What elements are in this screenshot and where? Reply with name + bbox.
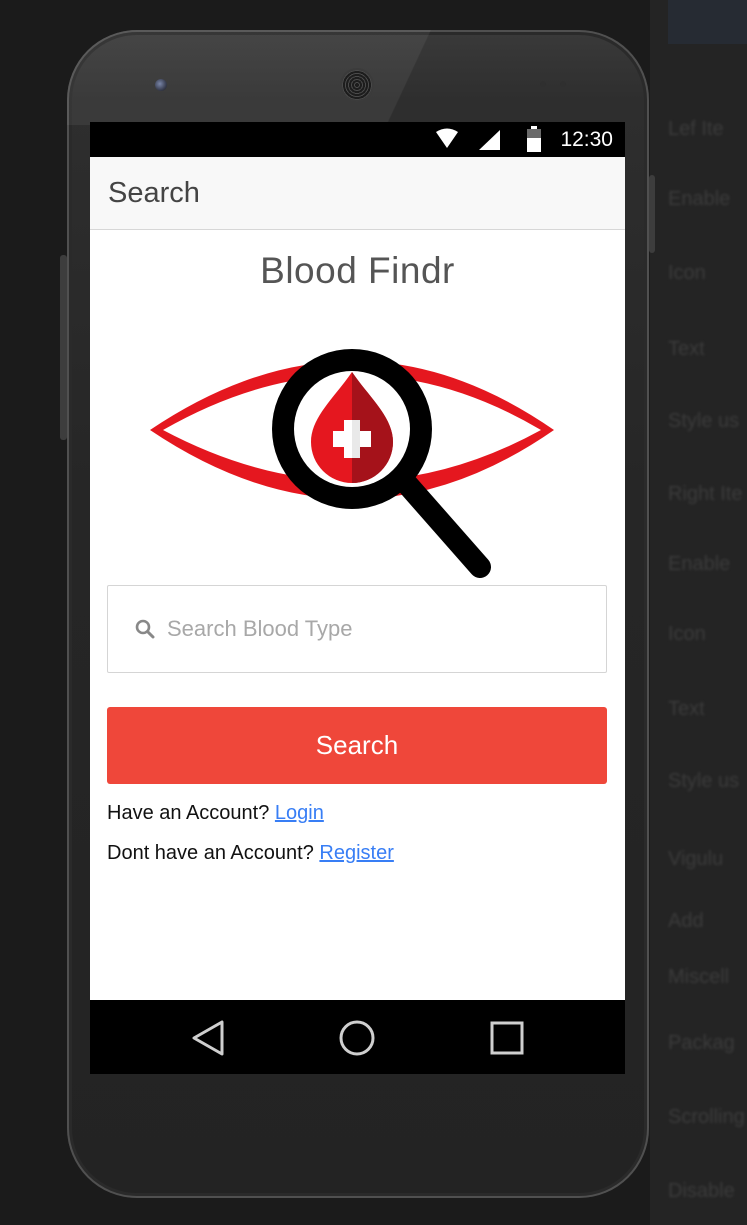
recents-icon[interactable]: [490, 1020, 524, 1056]
battery-icon: [527, 126, 541, 152]
register-link[interactable]: Register: [319, 842, 393, 864]
search-button[interactable]: Search: [107, 707, 607, 784]
front-camera: [155, 79, 167, 91]
no-account-text: Dont have an Account?: [107, 842, 314, 864]
page-title: Search: [108, 177, 200, 209]
volume-button: [60, 255, 67, 440]
status-bar: 12:30: [90, 122, 625, 157]
login-link[interactable]: Login: [275, 802, 324, 824]
register-prompt: Dont have an Account? Register: [107, 842, 394, 865]
earpiece-speaker: [342, 70, 372, 100]
search-input[interactable]: [165, 615, 569, 643]
navigation-bar: [90, 1000, 625, 1074]
power-button: [649, 175, 655, 253]
have-account-text: Have an Account?: [107, 802, 270, 824]
search-icon: [135, 619, 155, 639]
login-prompt: Have an Account? Login: [107, 802, 324, 825]
light-sensor: [560, 81, 566, 87]
brand-title: Blood Findr: [260, 250, 455, 291]
wifi-icon: [436, 128, 458, 148]
eye-magnifier-blood-drop-logo: [150, 349, 554, 578]
back-icon[interactable]: [191, 1020, 225, 1056]
cell-signal-icon: [479, 130, 500, 150]
background-topbar: [668, 0, 747, 44]
app-bar: Search: [90, 157, 625, 230]
background-editor-panel: Lef Ite Enable Icon Text Style us Right …: [650, 0, 747, 1225]
search-field[interactable]: [107, 585, 607, 673]
phone-screen: 12:30 Search Blood Findr Search H: [90, 122, 625, 1074]
proximity-sensor: [540, 81, 546, 87]
status-time: 12:30: [560, 128, 613, 151]
home-icon[interactable]: [339, 1020, 375, 1056]
